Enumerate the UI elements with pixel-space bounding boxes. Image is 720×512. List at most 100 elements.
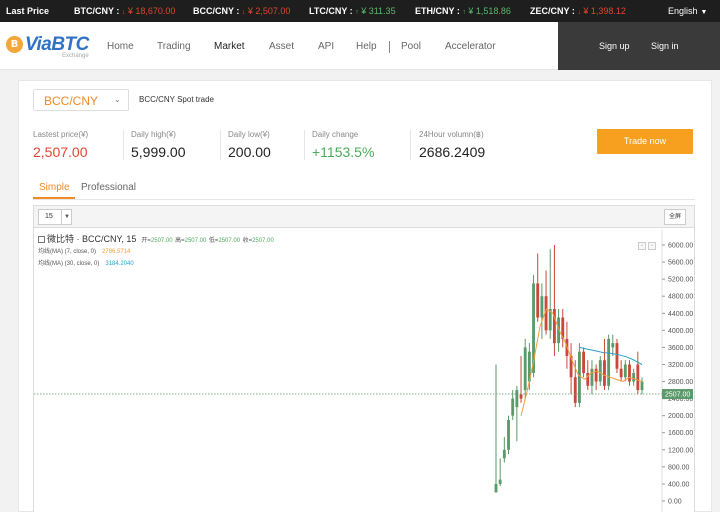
- candle-body: [603, 360, 606, 386]
- nav-asset[interactable]: Asset: [269, 41, 294, 52]
- chart-toolbar: 15 ▼ 全屏: [34, 206, 694, 228]
- nav-help[interactable]: Help: [356, 41, 377, 52]
- y-tick-label: 400.00: [668, 481, 690, 488]
- arrow-up-icon: ↑: [355, 9, 359, 16]
- ticker-bar: Last Price BTC/CNY : ↓ ¥ 18,670.00 BCC/C…: [0, 0, 720, 22]
- nav-separator: [389, 41, 390, 53]
- nav-api[interactable]: API: [318, 41, 334, 52]
- fullscreen-button[interactable]: 全屏: [664, 209, 686, 225]
- arrow-down-icon: ↓: [121, 9, 126, 16]
- arrow-down-icon: ↓: [241, 9, 246, 16]
- candle-body: [623, 364, 627, 378]
- arrow-up-icon: ↑: [462, 9, 466, 16]
- candle-body: [578, 351, 581, 403]
- ticker-item-eth[interactable]: ETH/CNY : ↑ ¥ 1,518.86: [415, 6, 511, 16]
- candle-body: [498, 479, 502, 484]
- chart-title: 微比特 · BCC/CNY, 15: [47, 234, 137, 244]
- bitcoin-coin-icon: B: [6, 36, 23, 53]
- ticker-item-zec[interactable]: ZEC/CNY : ↓ ¥ 1,398.12: [530, 6, 626, 16]
- candle-body: [582, 351, 586, 373]
- stat-24h-volume: 24Hour volumn(฿) 2686.2409: [419, 130, 486, 160]
- stat-daily-high: Daily high(¥) 5,999.00: [131, 130, 186, 160]
- stat-divider: [304, 130, 305, 160]
- stat-divider: [410, 130, 411, 160]
- price-chart[interactable]: 15 ▼ 全屏 0.00 400.00 800.00 1200.00 1600.00 20…: [33, 205, 695, 512]
- y-tick-label: 3200.00: [668, 362, 693, 369]
- sign-in-button[interactable]: Sign in: [651, 41, 679, 51]
- pair-select-value: BCC/CNY: [44, 94, 99, 108]
- candle-body: [573, 377, 577, 403]
- chevron-down-icon: ▼: [700, 9, 708, 16]
- y-axis: 0.00400.00800.001200.001600.002000.00240…: [661, 229, 693, 512]
- viabtc-logo[interactable]: B ViaBTC Exchange: [6, 34, 89, 60]
- site-header: B ViaBTC Exchange Home Trading Market As…: [0, 22, 720, 70]
- arrow-down-icon: ↓: [577, 9, 581, 16]
- language-selector[interactable]: English ▼: [668, 6, 707, 16]
- nav-home[interactable]: Home: [107, 41, 134, 52]
- y-tick-label: 4000.00: [668, 328, 693, 335]
- ticker-item-ltc[interactable]: LTC/CNY : ↑ ¥ 311.35: [309, 6, 396, 16]
- logo-subtitle: Exchange: [62, 53, 89, 59]
- y-tick-label: 5600.00: [668, 260, 693, 267]
- y-tick-label: 0.00: [668, 499, 682, 506]
- candle-wicks: [494, 245, 644, 493]
- chart-legend: 微比特 · BCC/CNY, 15 开=2507.00 高=2507.00 低=…: [38, 232, 274, 245]
- chevron-down-icon: ▼: [61, 210, 72, 224]
- chevron-down-icon: ⌄: [114, 95, 121, 104]
- stat-daily-change: Daily change +1153.5%: [312, 130, 375, 160]
- candle-body: [536, 283, 540, 318]
- candle-body: [615, 343, 619, 369]
- moving-average-lines: [520, 308, 643, 416]
- stat-daily-low: Daily low(¥) 200.00: [228, 130, 271, 160]
- ma30-line: [579, 346, 643, 365]
- candle-body: [502, 449, 506, 459]
- collapse-legend-icon[interactable]: [38, 236, 45, 243]
- legend-hide-icon[interactable]: ▫: [638, 242, 646, 250]
- y-tick-label: 1200.00: [668, 447, 693, 454]
- candle-body: [611, 343, 615, 348]
- market-card: BCC/CNY ⌄ BCC/CNY Spot trade Lastest pri…: [18, 80, 712, 512]
- y-tick-label: 2000.00: [668, 413, 693, 420]
- y-tick-label: 1600.00: [668, 430, 693, 437]
- sign-up-button[interactable]: Sign up: [599, 41, 630, 51]
- candle-body: [636, 364, 640, 391]
- candle-body: [507, 419, 510, 450]
- ma30-legend: 均线(MA) (30, close, 0) 3184.2040: [38, 261, 134, 267]
- y-tick-label: 4400.00: [668, 311, 693, 318]
- candle-body: [519, 394, 523, 399]
- nav-trading[interactable]: Trading: [157, 41, 191, 52]
- candle-body: [607, 338, 611, 386]
- nav-market[interactable]: Market: [214, 41, 245, 52]
- chart-plot-area[interactable]: 0.00400.00800.001200.001600.002000.00240…: [34, 229, 694, 512]
- candle-body: [598, 360, 602, 382]
- stat-divider: [123, 130, 124, 160]
- y-tick-label: 6000.00: [668, 243, 693, 250]
- ma7-legend: 均线(MA) (7, close, 0) 2786.5714: [38, 249, 131, 255]
- pair-select[interactable]: BCC/CNY ⌄: [33, 89, 129, 111]
- candle-body: [523, 347, 527, 391]
- nav-accelerator[interactable]: Accelerator: [445, 41, 496, 52]
- y-tick-label: 5200.00: [668, 277, 693, 284]
- last-price-label: Last Price: [6, 6, 50, 16]
- ticker-item-btc[interactable]: BTC/CNY : ↓ ¥ 18,670.00: [74, 6, 175, 16]
- spot-trade-label: BCC/CNY Spot trade: [139, 95, 214, 104]
- tab-divider: [33, 199, 695, 200]
- nav-pool[interactable]: Pool: [401, 41, 421, 52]
- tab-professional[interactable]: Professional: [81, 182, 136, 193]
- candle-body: [632, 373, 636, 382]
- y-tick-label: 4800.00: [668, 294, 693, 301]
- interval-select[interactable]: 15 ▼: [38, 209, 72, 225]
- auth-panel: Sign up Sign in: [558, 22, 720, 70]
- ticker-item-bcc[interactable]: BCC/CNY : ↓ ¥ 2,507.00: [193, 6, 290, 16]
- interval-value: 15: [45, 213, 53, 220]
- candle-body: [511, 398, 515, 416]
- y-tick-label: 2800.00: [668, 379, 693, 386]
- current-price-label: 2507.00: [665, 392, 690, 399]
- tab-simple[interactable]: Simple: [39, 182, 70, 193]
- legend-settings-icon[interactable]: ▫: [648, 242, 656, 250]
- candle-body: [494, 483, 498, 493]
- candle-body: [619, 368, 623, 378]
- stat-latest-price: Lastest price(¥) 2,507.00: [33, 130, 89, 160]
- candle-body: [515, 390, 519, 408]
- trade-now-button[interactable]: Trade now: [597, 129, 693, 154]
